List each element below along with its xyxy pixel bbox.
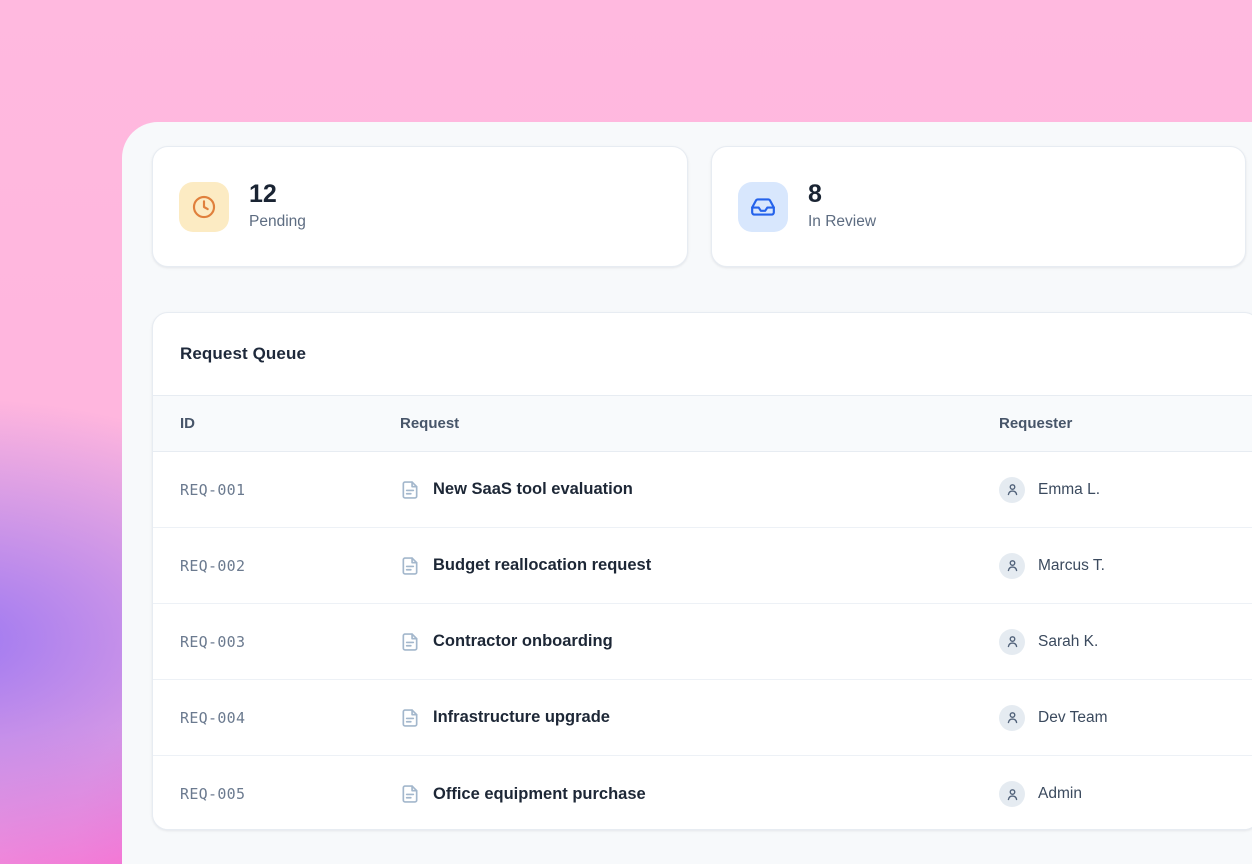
clock-icon bbox=[179, 182, 229, 232]
avatar bbox=[999, 629, 1025, 655]
request-queue-card: Request Queue ID Request Requester REQ-0… bbox=[152, 312, 1252, 830]
stat-label-pending: Pending bbox=[249, 211, 306, 233]
request-title: Budget reallocation request bbox=[433, 556, 651, 575]
table-title: Request Queue bbox=[180, 344, 306, 364]
avatar bbox=[999, 553, 1025, 579]
requester-name: Emma L. bbox=[1038, 481, 1100, 499]
column-header-requester: Requester bbox=[999, 415, 1252, 432]
stat-text: 12 Pending bbox=[249, 180, 306, 233]
request-title: Office equipment purchase bbox=[433, 785, 646, 804]
request-title: New SaaS tool evaluation bbox=[433, 480, 633, 499]
document-icon bbox=[400, 784, 420, 804]
requester-name: Dev Team bbox=[1038, 709, 1108, 727]
column-header-id: ID bbox=[180, 415, 400, 432]
request-title: Contractor onboarding bbox=[433, 632, 613, 651]
request-id: REQ-003 bbox=[180, 633, 400, 651]
stat-value-pending: 12 bbox=[249, 180, 306, 208]
stat-text: 8 In Review bbox=[808, 180, 876, 233]
document-icon bbox=[400, 708, 420, 728]
request-id: REQ-004 bbox=[180, 709, 400, 727]
avatar bbox=[999, 781, 1025, 807]
table-row[interactable]: REQ-004 Infrastructure upgrade bbox=[153, 680, 1252, 756]
table-header-row: ID Request Requester bbox=[153, 396, 1252, 452]
stat-card-in-review: 8 In Review bbox=[711, 146, 1246, 267]
avatar bbox=[999, 477, 1025, 503]
requester-name: Admin bbox=[1038, 785, 1082, 803]
stat-value-in-review: 8 bbox=[808, 180, 876, 208]
request-id: REQ-001 bbox=[180, 481, 400, 499]
table-row[interactable]: REQ-005 Office equipment purchase bbox=[153, 756, 1252, 830]
document-icon bbox=[400, 632, 420, 652]
request-title: Infrastructure upgrade bbox=[433, 708, 610, 727]
document-icon bbox=[400, 480, 420, 500]
document-icon bbox=[400, 556, 420, 576]
table-row[interactable]: REQ-003 Contractor onboarding bbox=[153, 604, 1252, 680]
requester-name: Sarah K. bbox=[1038, 633, 1098, 651]
stats-row: 12 Pending 8 In Review bbox=[152, 146, 1246, 267]
avatar bbox=[999, 705, 1025, 731]
request-id: REQ-005 bbox=[180, 785, 400, 803]
column-header-request: Request bbox=[400, 415, 999, 432]
stat-card-pending: 12 Pending bbox=[152, 146, 688, 267]
table-row[interactable]: REQ-002 Budget reallocation request bbox=[153, 528, 1252, 604]
request-id: REQ-002 bbox=[180, 557, 400, 575]
stat-label-in-review: In Review bbox=[808, 211, 876, 233]
inbox-icon bbox=[738, 182, 788, 232]
table-row[interactable]: REQ-001 New SaaS tool evaluation bbox=[153, 452, 1252, 528]
table-title-bar: Request Queue bbox=[153, 313, 1252, 396]
app-background: 12 Pending 8 In Review Requ bbox=[0, 0, 1252, 864]
main-panel: 12 Pending 8 In Review Requ bbox=[122, 122, 1252, 864]
requester-name: Marcus T. bbox=[1038, 557, 1105, 575]
